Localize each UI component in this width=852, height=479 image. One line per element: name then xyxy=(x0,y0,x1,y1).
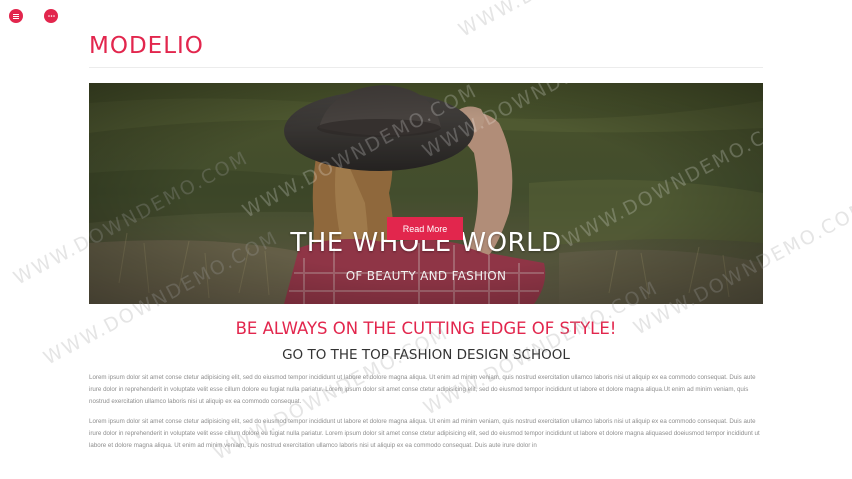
more-options-button[interactable] xyxy=(44,9,58,23)
body-paragraph: Lorem ipsum dolor sit amet conse ctetur … xyxy=(89,418,760,450)
watermark-text: WWW.DOWNDEMO.COM xyxy=(455,0,697,41)
header-divider xyxy=(89,67,763,68)
section-tagline: BE ALWAYS ON THE CUTTING EDGE OF STYLE! xyxy=(235,319,617,338)
site-logo[interactable]: MODELIO xyxy=(89,33,204,59)
section-subtitle: GO TO THE TOP FASHION DESIGN SCHOOL xyxy=(282,347,570,363)
hero-subtitle: OF BEAUTY AND FASHION xyxy=(345,269,507,283)
read-more-button[interactable]: Read More xyxy=(387,217,463,240)
hamburger-menu-icon xyxy=(13,13,19,19)
hero-banner: THE WHOLE WORLD OF BEAUTY AND FASHION Re… xyxy=(89,83,763,304)
menu-button[interactable] xyxy=(9,9,23,23)
body-paragraph: Lorem ipsum dolor sit amet conse ctetur … xyxy=(89,374,756,406)
ellipsis-icon xyxy=(47,15,55,17)
